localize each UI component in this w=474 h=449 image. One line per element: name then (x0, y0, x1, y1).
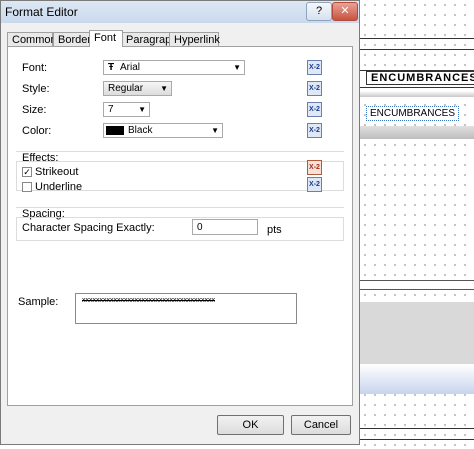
cancel-button[interactable]: Cancel (291, 415, 351, 435)
strikeout-label: Strikeout (35, 166, 79, 178)
color-combo[interactable]: Black ▼ (103, 123, 223, 138)
size-value: 7 (108, 104, 114, 115)
chevron-down-icon: ▼ (138, 105, 146, 114)
dialog-title: Format Editor (5, 5, 78, 19)
designer-band-bottom (360, 428, 474, 440)
char-spacing-input[interactable]: 0 (192, 219, 258, 235)
chevron-down-icon: ▼ (233, 63, 241, 72)
font-combo[interactable]: Ŧ Arial ▼ (103, 60, 245, 75)
style-label: Style: (22, 83, 50, 95)
designer-band-blue (360, 364, 474, 394)
strikeout-formula-button[interactable]: X-2 (307, 160, 322, 175)
underline-label: Underline (35, 181, 83, 193)
font-value: Arial (120, 62, 141, 73)
font-type-icon: Ŧ (108, 62, 115, 73)
color-label: Color: (22, 125, 52, 137)
sample-box: xxxxxxxxxxxxxxxxxxxxxxxxxxxxxxxxxxxxxx (75, 293, 297, 324)
underline-formula-button[interactable]: X-2 (307, 177, 322, 192)
style-formula-button[interactable]: X-2 (307, 81, 322, 96)
enc-field-label[interactable]: ENCUMBRANCES (366, 106, 460, 121)
designer-band-top (360, 38, 474, 50)
style-value: Regular (108, 83, 144, 94)
designer-band-gray (360, 91, 474, 97)
close-button[interactable]: ✕ (332, 2, 358, 21)
tab-font[interactable]: Font (89, 30, 123, 47)
format-editor-dialog: Format Editor ? ✕ Common Border Font Par… (0, 0, 360, 445)
size-combo[interactable]: 7 ▼ (103, 102, 150, 117)
color-formula-button[interactable]: X-2 (307, 123, 322, 138)
size-label: Size: (22, 104, 47, 116)
font-tab-panel: Font: Ŧ Arial ▼ X-2 Style: Regular ▼ X-2… (7, 46, 353, 406)
style-combo[interactable]: Regular ▼ (103, 81, 172, 96)
tab-border[interactable]: Border (53, 32, 91, 46)
char-spacing-label: Character Spacing Exactly: (22, 222, 155, 234)
char-spacing-value: 0 (197, 222, 203, 233)
ok-button[interactable]: OK (217, 415, 284, 435)
strikeout-checkbox[interactable]: ✓ (22, 167, 32, 177)
color-swatch (106, 126, 124, 135)
chevron-down-icon: ▼ (160, 84, 168, 93)
effects-separator (16, 151, 344, 152)
font-label: Font: (22, 62, 48, 74)
underline-checkbox[interactable] (22, 182, 32, 192)
help-button[interactable]: ? (306, 2, 332, 21)
sample-label: Sample: (18, 296, 59, 308)
tab-paragraph[interactable]: Paragraph (121, 32, 177, 46)
spacing-separator (16, 207, 344, 208)
enc-header-label[interactable]: ENCUMBRANCES (366, 71, 474, 85)
tab-hyperlink[interactable]: Hyperlink (169, 32, 220, 46)
char-spacing-unit: pts (267, 224, 282, 236)
chevron-down-icon: ▼ (211, 126, 219, 135)
color-value: Black (128, 125, 153, 136)
size-formula-button[interactable]: X-2 (307, 102, 322, 117)
tab-common[interactable]: Common (7, 32, 57, 46)
font-formula-button[interactable]: X-2 (307, 60, 322, 75)
designer-band-gray2 (360, 126, 474, 139)
designer-band-mid (360, 280, 474, 290)
sample-text: xxxxxxxxxxxxxxxxxxxxxxxxxxxxxxxxxxxxxx (82, 297, 215, 304)
designer-band-low (360, 302, 474, 364)
